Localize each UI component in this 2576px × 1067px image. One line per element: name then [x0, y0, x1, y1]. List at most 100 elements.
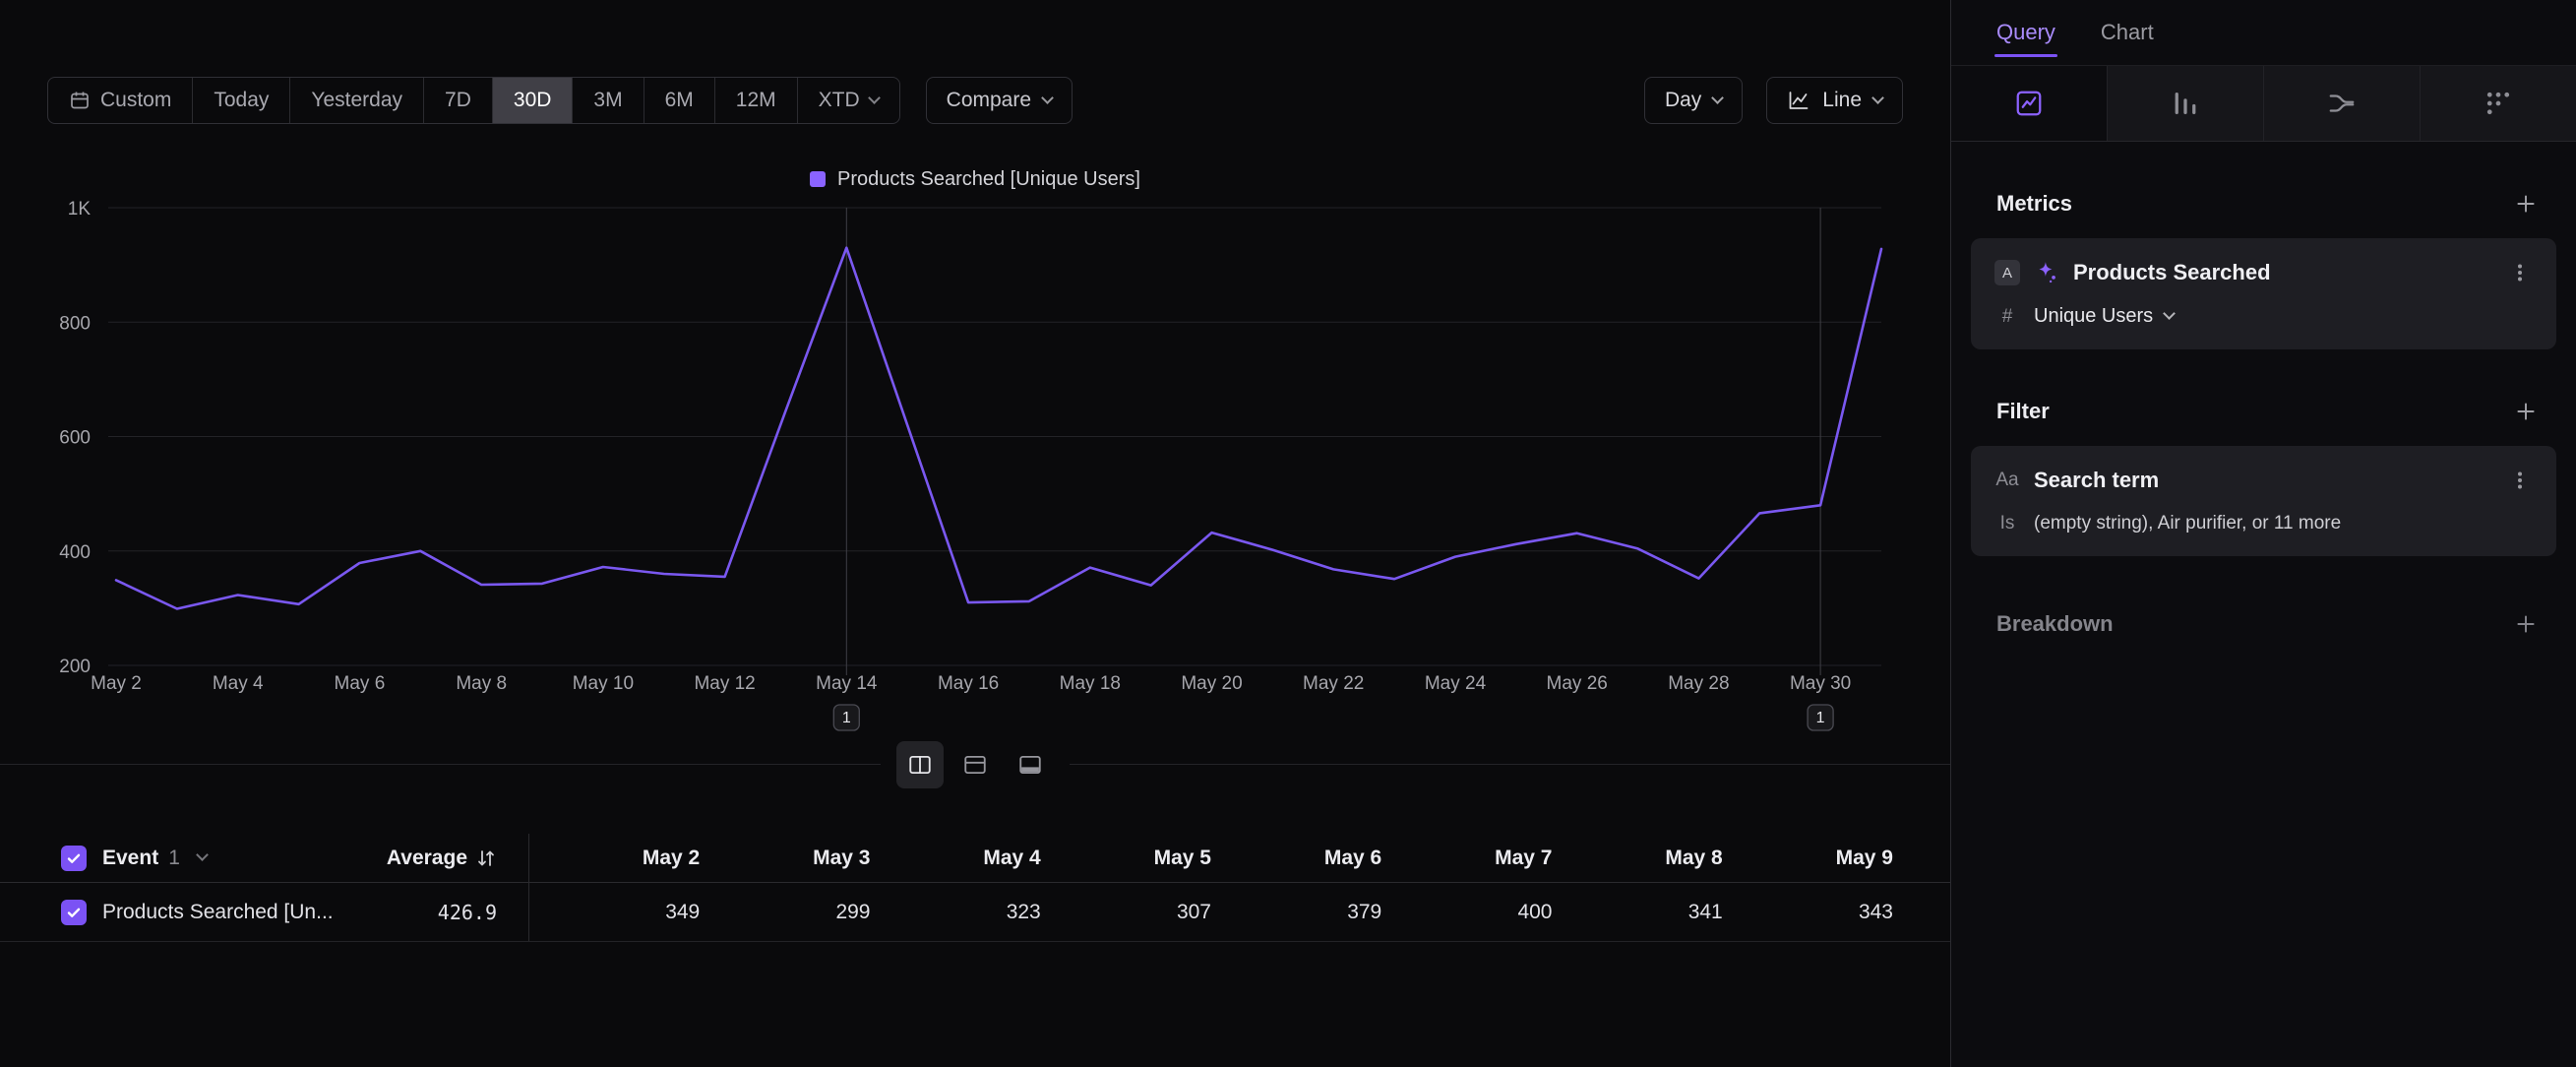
report-retention-tab[interactable] — [2420, 66, 2576, 141]
filter-operator: Is — [1994, 513, 2020, 534]
y-tick-label: 200 — [59, 657, 91, 677]
legend-swatch-icon — [810, 171, 826, 187]
layout-table-only-button[interactable] — [1007, 741, 1054, 788]
range-12m[interactable]: 12M — [714, 78, 797, 123]
compare-label: Compare — [947, 89, 1031, 112]
range-3m[interactable]: 3M — [572, 78, 643, 123]
row-average-value: 426.9 — [438, 901, 497, 924]
range-today[interactable]: Today — [192, 78, 289, 123]
layout-split-horizontal-button[interactable] — [951, 741, 999, 788]
kebab-icon — [2509, 262, 2531, 283]
report-funnels-tab[interactable] — [2107, 66, 2263, 141]
chevron-down-icon[interactable] — [196, 848, 209, 861]
average-header[interactable]: Average — [344, 834, 529, 882]
filter-property-name: Search term — [2034, 468, 2491, 493]
aggregation-label: Unique Users — [2034, 305, 2153, 328]
metrics-heading: Metrics — [1996, 191, 2072, 217]
add-filter-button[interactable] — [2511, 397, 2541, 426]
series-letter-badge: A — [1994, 260, 2020, 285]
column-header[interactable]: May 5 — [1041, 847, 1211, 870]
column-header[interactable]: May 7 — [1381, 847, 1552, 870]
x-tick-label: May 22 — [1303, 673, 1364, 694]
text-property-icon: Aa — [1994, 470, 2020, 491]
layout-split-vertical-button[interactable] — [896, 741, 944, 788]
chart-type-dropdown[interactable]: Line — [1766, 77, 1903, 124]
filter-row[interactable]: Aa Search term — [1994, 466, 2535, 495]
range-label: Today — [214, 89, 269, 112]
event-label: Event — [102, 847, 158, 870]
line-chart: 2004006008001KMay 2May 4May 6May 8May 10… — [0, 191, 1950, 742]
x-tick-label: May 10 — [573, 673, 634, 694]
add-breakdown-button[interactable] — [2511, 609, 2541, 639]
metric-row[interactable]: A Products Searched — [1994, 258, 2535, 287]
x-tick-label: May 6 — [335, 673, 386, 694]
aggregation-row: # Unique Users — [1994, 305, 2535, 328]
add-metric-button[interactable] — [2511, 189, 2541, 219]
svg-text:1: 1 — [842, 710, 851, 726]
tab-query[interactable]: Query — [1996, 0, 2055, 65]
table-row: Products Searched [Un... 426.9 349299323… — [0, 883, 1950, 942]
row-checkbox[interactable] — [61, 900, 87, 925]
range-label: Custom — [100, 89, 171, 112]
chevron-down-icon — [1041, 92, 1054, 104]
range-7d[interactable]: 7D — [423, 78, 492, 123]
column-header[interactable]: May 9 — [1723, 847, 1893, 870]
chart-legend[interactable]: Products Searched [Unique Users] — [0, 167, 1950, 191]
value-cell: 379 — [1211, 901, 1381, 924]
range-label: XTD — [819, 89, 860, 112]
filter-kebab-menu[interactable] — [2505, 466, 2535, 495]
range-label: 30D — [514, 89, 552, 112]
column-header[interactable]: May 8 — [1553, 847, 1723, 870]
filter-card[interactable]: Aa Search term Is (empty string), Air pu… — [1971, 446, 2556, 556]
average-label: Average — [387, 847, 467, 870]
breakdown-section-header: Breakdown — [1996, 609, 2541, 639]
select-all-checkbox[interactable] — [61, 846, 87, 871]
aggregation-selector[interactable]: Unique Users — [2034, 305, 2174, 328]
compare-button[interactable]: Compare — [926, 77, 1073, 124]
tab-chart[interactable]: Chart — [2101, 0, 2154, 65]
chevron-down-icon — [2163, 307, 2176, 320]
column-header[interactable]: May 3 — [700, 847, 870, 870]
query-sidebar: Query Chart Metrics A — [1951, 0, 2576, 1067]
metric-card[interactable]: A Products Searched # Unique Users — [1971, 238, 2556, 349]
event-count: 1 — [168, 847, 180, 870]
x-tick-label: May 24 — [1425, 673, 1487, 694]
report-type-tabs — [1951, 65, 2576, 142]
column-header[interactable]: May 2 — [529, 847, 700, 870]
y-tick-label: 400 — [59, 542, 91, 563]
metric-kebab-menu[interactable] — [2505, 258, 2535, 287]
plus-icon — [2513, 399, 2539, 424]
range-xtd[interactable]: XTD — [797, 78, 899, 123]
value-cell: 307 — [1041, 901, 1211, 924]
range-label: 6M — [665, 89, 694, 112]
report-flows-tab[interactable] — [2263, 66, 2420, 141]
range-6m[interactable]: 6M — [644, 78, 714, 123]
sort-icon — [475, 847, 497, 869]
insights-chart-icon — [2014, 89, 2044, 118]
column-header[interactable]: May 4 — [871, 847, 1041, 870]
main-panel: Custom Today Yesterday7D 30D 3M 6M 12M XTD Comp… — [0, 0, 1951, 1067]
date-columns: May 2May 3May 4May 5May 6May 7May 8May 9 — [529, 834, 1893, 882]
split-vertical-icon — [907, 752, 933, 778]
y-tick-label: 600 — [59, 428, 91, 449]
range-30d[interactable]: 30D — [492, 78, 573, 123]
value-cell: 323 — [871, 901, 1041, 924]
column-header[interactable]: May 6 — [1211, 847, 1381, 870]
bar-chart-icon — [2171, 89, 2200, 118]
breakdown-heading: Breakdown — [1996, 611, 2114, 637]
range-custom[interactable]: Custom — [48, 78, 192, 123]
filter-condition-row[interactable]: Is (empty string), Air purifier, or 11 m… — [1994, 513, 2535, 534]
x-tick-label: May 14 — [816, 673, 878, 694]
report-insights-tab[interactable] — [1951, 66, 2107, 141]
range-yesterday[interactable]: Yesterday — [289, 78, 423, 123]
x-tick-label: May 20 — [1181, 673, 1242, 694]
granularity-dropdown[interactable]: Day — [1644, 77, 1743, 124]
layout-toggles — [881, 741, 1070, 788]
value-cell: 400 — [1381, 901, 1552, 924]
x-tick-label: May 16 — [938, 673, 999, 694]
chevron-down-icon — [1871, 92, 1884, 104]
annotation-badge[interactable]: 1 — [1808, 705, 1833, 730]
filter-value: (empty string), Air purifier, or 11 more — [2034, 513, 2341, 534]
chart-type-label: Line — [1822, 89, 1862, 112]
annotation-badge[interactable]: 1 — [833, 705, 859, 730]
